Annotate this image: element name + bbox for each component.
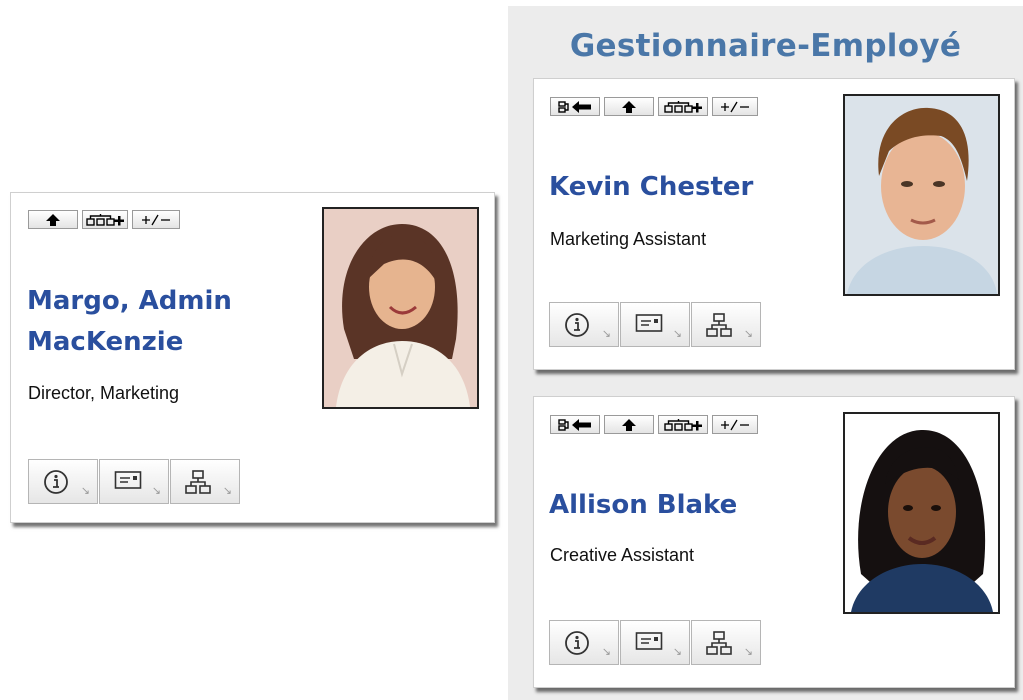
add-reports-icon: [664, 418, 702, 431]
employee-actions: ↘ ↘ ↘: [549, 302, 761, 347]
expand-collapse-button[interactable]: [132, 210, 180, 229]
org-chart-icon: [706, 631, 732, 655]
employee-card: Kevin Chester Marketing Assistant ↘ ↘ ↘: [533, 78, 1015, 370]
employee-toolbar: [550, 97, 758, 116]
employee-card: Allison Blake Creative Assistant ↘ ↘ ↘: [533, 396, 1015, 688]
org-chart-icon: [185, 470, 211, 494]
arrow-up-icon: [622, 418, 636, 431]
contact-card-button[interactable]: ↘: [620, 302, 690, 347]
org-chart-button[interactable]: ↘: [691, 302, 761, 347]
employee-job-title: Marketing Assistant: [550, 229, 707, 249]
move-up-button[interactable]: [604, 415, 654, 434]
add-reports-icon: [86, 213, 124, 226]
employee-photo: [843, 94, 1000, 296]
plus-minus-icon: [142, 214, 170, 225]
move-up-button[interactable]: [28, 210, 78, 229]
info-button[interactable]: ↘: [28, 459, 98, 504]
employee-toolbar: [550, 415, 758, 434]
email-card-icon: [635, 314, 663, 332]
corner-arrow-icon: ↘: [222, 484, 232, 497]
panel-title: Gestionnaire-Employé: [569, 28, 962, 64]
corner-arrow-icon: ↘: [601, 645, 611, 658]
contact-card-button[interactable]: ↘: [99, 459, 169, 504]
manager-name[interactable]: Margo, Admin MacKenzie: [27, 281, 257, 363]
corner-arrow-icon: ↘: [672, 327, 682, 340]
corner-arrow-icon: ↘: [672, 645, 682, 658]
back-to-manager-button[interactable]: [550, 415, 600, 434]
manager-card: Margo, Admin MacKenzie Director, Marketi…: [10, 192, 495, 523]
manager-actions: ↘ ↘ ↘: [28, 459, 240, 504]
employee-job-title: Creative Assistant: [550, 545, 695, 565]
employee-actions: ↘ ↘ ↘: [549, 620, 761, 665]
expand-collapse-button[interactable]: [712, 415, 758, 434]
org-chart-icon: [706, 313, 732, 337]
info-button[interactable]: ↘: [549, 302, 619, 347]
plus-minus-icon: [721, 419, 749, 430]
corner-arrow-icon: ↘: [743, 645, 753, 658]
manager-toolbar: [28, 210, 180, 229]
arrow-up-icon: [622, 100, 636, 113]
corner-arrow-icon: ↘: [743, 327, 753, 340]
show-reports-button[interactable]: [658, 97, 708, 116]
corner-arrow-icon: ↘: [601, 327, 611, 340]
info-button[interactable]: ↘: [549, 620, 619, 665]
add-reports-icon: [664, 100, 702, 113]
back-to-manager-icon: [558, 418, 591, 431]
manager-photo: [322, 207, 479, 409]
employee-name[interactable]: Kevin Chester: [549, 167, 753, 208]
email-card-icon: [635, 632, 663, 650]
show-reports-button[interactable]: [82, 210, 128, 229]
show-reports-button[interactable]: [658, 415, 708, 434]
email-card-icon: [114, 471, 142, 489]
corner-arrow-icon: ↘: [80, 484, 90, 497]
org-chart-button[interactable]: ↘: [170, 459, 240, 504]
move-up-button[interactable]: [604, 97, 654, 116]
info-icon: [44, 470, 68, 494]
plus-minus-icon: [721, 101, 749, 112]
expand-collapse-button[interactable]: [712, 97, 758, 116]
manager-job-title: Director, Marketing: [28, 383, 180, 403]
org-chart-button[interactable]: ↘: [691, 620, 761, 665]
arrow-up-icon: [46, 213, 60, 226]
back-to-manager-icon: [558, 100, 591, 113]
back-to-manager-button[interactable]: [550, 97, 600, 116]
employee-photo: [843, 412, 1000, 614]
employee-name[interactable]: Allison Blake: [549, 485, 737, 526]
contact-card-button[interactable]: ↘: [620, 620, 690, 665]
corner-arrow-icon: ↘: [151, 484, 161, 497]
info-icon: [565, 631, 589, 655]
info-icon: [565, 313, 589, 337]
